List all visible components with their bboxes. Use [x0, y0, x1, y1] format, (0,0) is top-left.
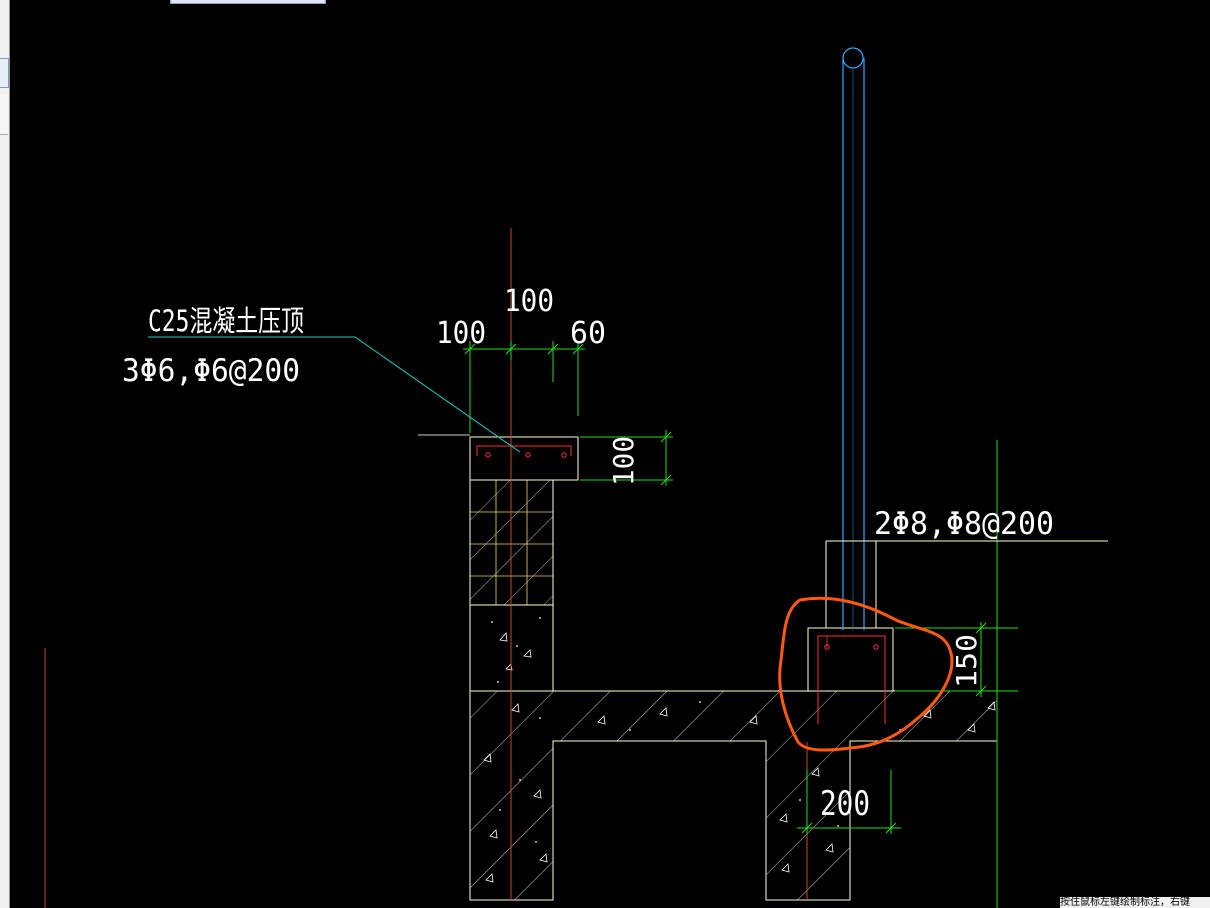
concrete-slab	[469, 690, 998, 901]
upstand-rebar-label: 2Φ8,Φ8@200	[874, 506, 1054, 542]
dim-top-left: 100	[436, 316, 486, 351]
dim-top-right: 60	[570, 316, 606, 351]
dim-bottom-wall: 200	[820, 784, 870, 824]
toolbar-tab-button[interactable]	[0, 58, 9, 88]
pipe	[842, 47, 865, 630]
toolbar-panel-button[interactable]	[0, 94, 8, 135]
dim-top-center: 100	[504, 284, 554, 319]
dim-coping-height: 100	[607, 436, 640, 486]
dim-upstand-height: 150	[950, 634, 983, 688]
status-bar-text: 按住鼠标左键绘制标注，右键	[1060, 897, 1210, 908]
coping-title-label: C25混凝土压顶	[148, 304, 304, 338]
coping-rebar-label: 3Φ6,Φ6@200	[122, 353, 300, 389]
coping-block	[469, 436, 579, 481]
left-toolbar-strip	[0, 0, 10, 908]
left-parapet	[469, 436, 579, 692]
axis-lines	[510, 228, 808, 900]
top-tab[interactable]	[170, 0, 326, 4]
cad-drawing-canvas[interactable]: C25混凝土压顶 3Φ6,Φ6@200 2Φ8,Φ8@200 100 100 6…	[0, 0, 1210, 908]
coping-rebar	[476, 445, 572, 456]
